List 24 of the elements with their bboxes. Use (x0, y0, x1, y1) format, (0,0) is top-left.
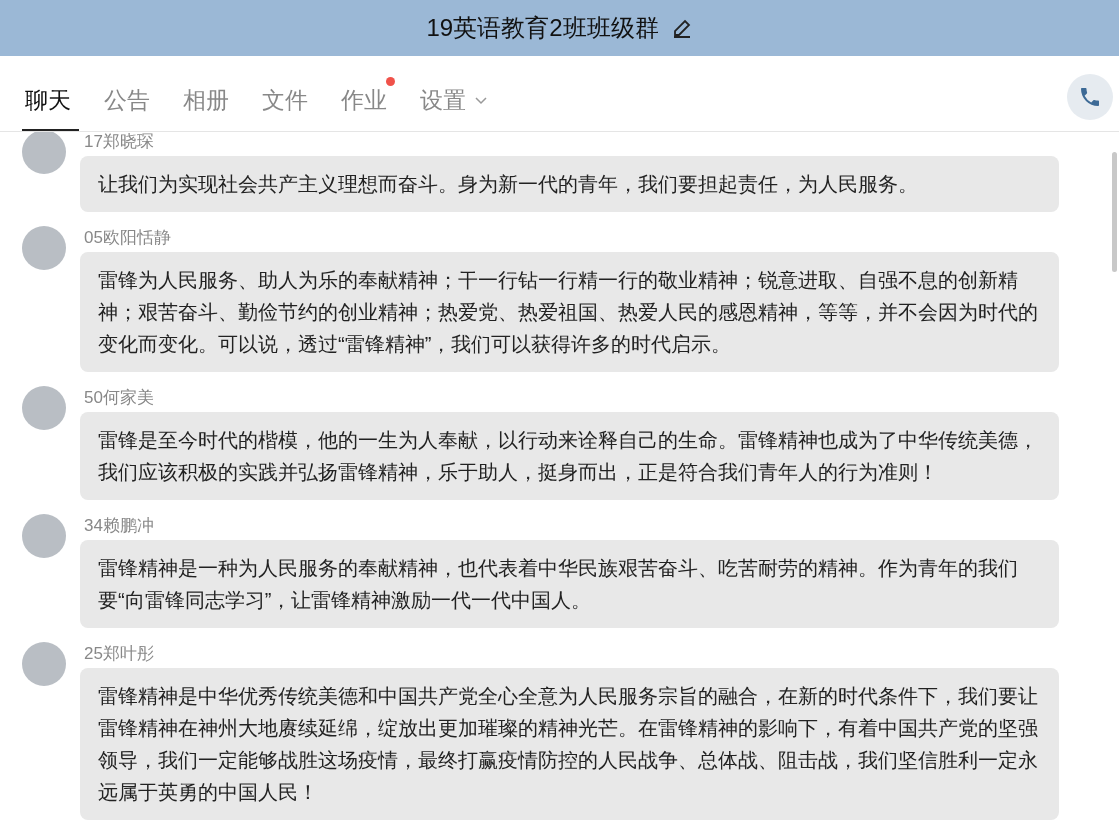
avatar-photo-placeholder[interactable] (22, 132, 66, 174)
call-button[interactable] (1067, 74, 1113, 120)
message-bubble: 雷锋为人民服务、助人为乐的奉献精神；干一行钻一行精一行的敬业精神；锐意进取、自强不息的创新精神；艰苦奋斗、勤俭节约的创业精神；热爱党、热爱祖国、热爱人民的感恩精神，等等，并不会因为时代的变化而变化。可以说，透过“雷锋精神”，我们可以获得许多的时代启示。 (80, 252, 1059, 372)
avatar-photo-placeholder[interactable] (22, 226, 66, 270)
sender-name: 17郑晓琛 (84, 132, 155, 153)
message-bubble: 雷锋是至今时代的楷模，他的一生为人奉献，以行动来诠释自己的生命。雷锋精神也成为了中华传统美德，我们应该积极的实践并弘扬雷锋精神，乐于助人，挺身而出，正是符合我们青年人的行为准则！ (80, 412, 1059, 500)
message-bubble: 雷锋精神是中华优秀传统美德和中国共产党全心全意为人民服务宗旨的融合，在新的时代条件下，我们要让雷锋精神在神州大地赓续延绵，绽放出更加璀璨的精神光芒。在雷锋精神的影响下，有着中国共产党的坚强领导，我们一定能够战胜这场疫情，最终打赢疫情防控的人民战争、总体战、阻击战，我们坚信胜利一定永远属于英勇的中国人民！ (80, 668, 1059, 820)
tab[interactable]: 相册 (180, 76, 237, 131)
avatar-photo-placeholder[interactable] (22, 642, 66, 686)
avatar-photo-placeholder[interactable] (22, 386, 66, 430)
window-title: 19英语教育2班班级群 (426, 13, 659, 43)
scrollbar[interactable] (1112, 152, 1117, 272)
tab[interactable]: 文件 (259, 76, 316, 131)
sender-name: 34赖鹏冲 (84, 515, 155, 537)
tab[interactable]: 作业 (338, 76, 395, 131)
tab[interactable]: 公告 (101, 76, 158, 131)
sender-name: 50何家美 (84, 387, 155, 409)
phone-icon (1078, 85, 1102, 109)
sender-name: 05欧阳恬静 (84, 227, 172, 249)
tab[interactable]: 设置 (417, 76, 496, 131)
avatar-photo-placeholder[interactable] (22, 514, 66, 558)
message-bubble: 雷锋精神是一种为人民服务的奉献精神，也代表着中华民族艰苦奋斗、吃苦耐劳的精神。作为青年的我们要“向雷锋同志学习”，让雷锋精神激励一代一代中国人。 (80, 540, 1059, 628)
sender-name: 25郑叶彤 (84, 643, 155, 665)
message-bubble: 让我们为实现社会共产主义理想而奋斗。身为新一代的青年，我们要担起责任，为人民服务。 (80, 156, 1059, 212)
